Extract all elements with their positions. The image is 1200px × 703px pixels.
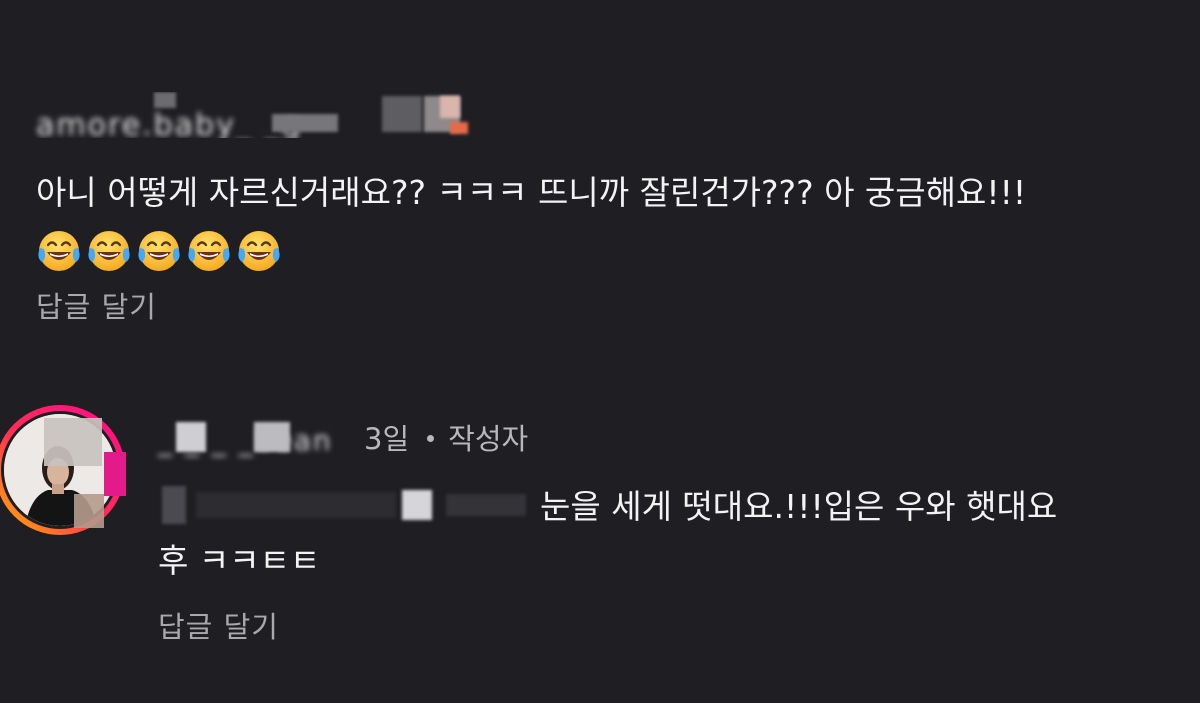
redaction-block: [402, 490, 432, 520]
comment-2-header: _ _ _ _bean 3일 작성자: [158, 412, 758, 458]
redaction-block: [440, 96, 460, 118]
comment-2-meta: 3일 작성자: [364, 416, 528, 458]
face-with-tears-of-joy-icon: [238, 231, 280, 271]
comment-1-text: 아니 어떻게 자르신거래요?? ㅋㅋㅋ 뜨니까 잘린건가??? 아 궁금해요!!…: [36, 166, 1156, 276]
redaction-block: [176, 422, 206, 452]
comment-thread: amore.baby_ _g 아니 어떻게 자르신거래요?? ㅋㅋㅋ 뜨니까 잘…: [0, 0, 1200, 703]
emoji-row: [36, 228, 286, 276]
redaction-block: [162, 486, 186, 524]
author-badge: 작성자: [448, 422, 529, 456]
comment-1-reply-button[interactable]: 답글 달기: [36, 284, 157, 326]
comment-2-text-line-1: 눈을 세게 떳대요.!!!입은 우와 햇대요: [540, 487, 1058, 526]
separator-dot-icon: [427, 435, 435, 442]
comment-2-reply-button[interactable]: 답글 달기: [158, 604, 279, 646]
face-with-tears-of-joy-icon: [38, 231, 80, 271]
redaction-block: [254, 422, 290, 452]
redaction-block: [450, 122, 468, 134]
face-with-tears-of-joy-icon: [88, 231, 130, 271]
redaction-block: [446, 494, 526, 516]
redaction-block: [382, 96, 422, 132]
avatar[interactable]: [0, 398, 126, 538]
story-ring-avatar-icon: [0, 405, 126, 535]
face-with-tears-of-joy-icon: [188, 231, 230, 271]
comment-time: 3일: [364, 422, 410, 456]
redaction-block: [272, 114, 338, 132]
comment-1-username-text: amore.baby_ _g: [36, 108, 303, 138]
comment-2-text-line-2: 후 ㅋㅋㅌㅌ: [158, 541, 321, 580]
face-with-tears-of-joy-icon: [138, 231, 180, 271]
redaction-block: [196, 492, 396, 518]
comment-1-username[interactable]: amore.baby_ _g: [32, 92, 502, 138]
comment-1-message: 아니 어떻게 자르신거래요?? ㅋㅋㅋ 뜨니까 잘린건가??? 아 궁금해요!!…: [36, 173, 1027, 212]
redaction-block: [154, 92, 176, 108]
comment-2-redacted-text: [156, 478, 536, 528]
